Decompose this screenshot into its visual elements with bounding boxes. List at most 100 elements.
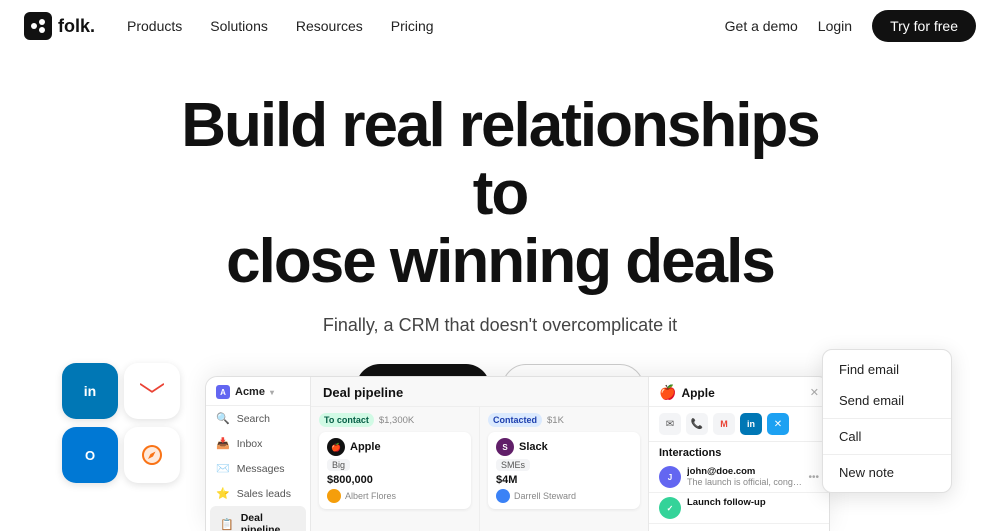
- try-free-nav-button[interactable]: Try for free: [872, 10, 976, 42]
- interaction-row: J john@doe.com The launch is official, c…: [649, 462, 829, 493]
- twitter-action-icon[interactable]: ✕: [767, 413, 789, 435]
- to-contact-badge: To contact: [319, 413, 374, 427]
- find-email-item[interactable]: Find email: [823, 354, 951, 385]
- apple-assignee: Albert Flores: [327, 489, 463, 503]
- hero-headline-line1: Build real relationships to: [181, 91, 819, 228]
- sidebar-messages-label: Messages: [237, 463, 285, 475]
- navbar: folk. Products Solutions Resources Prici…: [0, 0, 1000, 52]
- messages-icon: ✉️: [216, 462, 230, 475]
- pipeline-header: Deal pipeline: [311, 377, 648, 407]
- card-apple-name: 🍎 Apple: [327, 438, 463, 456]
- send-email-item[interactable]: Send email: [823, 385, 951, 416]
- linkedin-action-icon[interactable]: in: [740, 413, 762, 435]
- call-item[interactable]: Call: [823, 421, 951, 452]
- sales-leads-icon: ⭐: [216, 487, 230, 500]
- darrell-name: Darrell Steward: [514, 491, 576, 501]
- apple-detail-panel: 🍎 Apple ✕ ✉ 📞 M in ✕ Interactions J john…: [649, 377, 829, 531]
- nav-links: Products Solutions Resources Pricing: [127, 18, 725, 34]
- phone-action-icon[interactable]: 📞: [686, 413, 708, 435]
- nav-resources[interactable]: Resources: [296, 18, 363, 34]
- sidebar-item-deal-pipeline[interactable]: 📋 Deal pipeline: [210, 506, 306, 531]
- card-apple[interactable]: 🍎 Apple Big $800,000 Albert Flores: [319, 432, 471, 509]
- outlook-icon: O: [62, 427, 118, 483]
- contacted-badge: Contacted: [488, 413, 542, 427]
- col-header-to-contact: To contact $1,300K: [319, 413, 471, 427]
- hero-headline-line2: close winning deals: [226, 227, 774, 296]
- slack-amount: $4M: [496, 474, 632, 486]
- apple-panel-header: 🍎 Apple ✕: [649, 377, 829, 407]
- apple-action-bar: ✉ 📞 M in ✕: [649, 407, 829, 442]
- context-menu-divider-2: [823, 454, 951, 455]
- context-menu: Find email Send email Call New note: [822, 349, 952, 493]
- apple-avatar: 🍎: [327, 438, 345, 456]
- hero-subtext: Finally, a CRM that doesn't overcomplica…: [20, 315, 980, 336]
- follow-up-row[interactable]: ✓ Launch follow-up: [649, 493, 829, 524]
- chevron-down-icon: ▾: [270, 388, 274, 397]
- sidebar-item-messages[interactable]: ✉️ Messages: [206, 456, 310, 481]
- mockup-area: in O A Acme ▾ 🔍 Search: [0, 361, 1000, 531]
- apple-logo-icon: 🍎: [659, 384, 676, 401]
- nav-pricing[interactable]: Pricing: [391, 18, 434, 34]
- crm-main-content: Deal pipeline To contact $1,300K 🍎 Apple…: [311, 377, 649, 531]
- apple-name-text: Apple: [350, 441, 381, 453]
- interactions-label: Interactions: [649, 442, 829, 462]
- slack-name-text: Slack: [519, 441, 548, 453]
- login-link[interactable]: Login: [818, 18, 852, 34]
- follow-up-content: Launch follow-up: [687, 497, 819, 508]
- darrell-avatar: [496, 489, 510, 503]
- apple-tag: Big: [327, 459, 350, 471]
- card-slack-name: S Slack: [496, 438, 632, 456]
- interaction-email: john@doe.com: [687, 466, 802, 477]
- albert-avatar: [327, 489, 341, 503]
- apple-amount: $800,000: [327, 474, 463, 486]
- more-options-icon[interactable]: •••: [808, 472, 819, 483]
- pipeline-title: Deal pipeline: [323, 385, 403, 400]
- new-note-item[interactable]: New note: [823, 457, 951, 488]
- search-icon: 🔍: [216, 412, 230, 425]
- company-name: Acme: [235, 386, 265, 398]
- john-avatar: J: [659, 466, 681, 488]
- follow-up-label: Launch follow-up: [687, 497, 819, 508]
- card-slack[interactable]: S Slack SMEs $4M Darrell Steward: [488, 432, 640, 509]
- deal-pipeline-icon: 📋: [220, 518, 234, 531]
- inbox-icon: 📥: [216, 437, 230, 450]
- sidebar-search-label: Search: [237, 413, 270, 425]
- close-panel-button[interactable]: ✕: [810, 386, 819, 399]
- logo-text: folk.: [58, 16, 95, 37]
- sidebar-item-sales-leads[interactable]: ⭐ Sales leads: [206, 481, 310, 506]
- column-to-contact: To contact $1,300K 🍎 Apple Big $800,000 …: [311, 407, 480, 531]
- column-contacted: Contacted $1K S Slack SMEs $4M Darrell S…: [480, 407, 648, 531]
- sidebar-pipeline-label: Deal pipeline: [241, 512, 296, 531]
- company-icon: A: [216, 385, 230, 399]
- nav-right: Get a demo Login Try for free: [725, 10, 976, 42]
- col-header-contacted: Contacted $1K: [488, 413, 640, 427]
- sidebar-inbox-label: Inbox: [237, 438, 263, 450]
- contacted-amount: $1K: [547, 415, 564, 426]
- context-menu-divider: [823, 418, 951, 419]
- gmail-icon: [124, 363, 180, 419]
- apple-panel-title: 🍎 Apple: [659, 384, 715, 401]
- sidebar-item-search[interactable]: 🔍 Search: [206, 406, 310, 431]
- slack-avatar: S: [496, 438, 514, 456]
- company-selector[interactable]: A Acme ▾: [206, 377, 310, 406]
- crm-sidebar: A Acme ▾ 🔍 Search 📥 Inbox ✉️ Messages ⭐ …: [206, 377, 311, 531]
- sidebar-sales-label: Sales leads: [237, 488, 291, 500]
- linkedin-icon: in: [62, 363, 118, 419]
- follow-up-avatar: ✓: [659, 497, 681, 519]
- nav-solutions[interactable]: Solutions: [210, 18, 268, 34]
- interaction-content: john@doe.com The launch is official, con…: [687, 466, 802, 487]
- nav-products[interactable]: Products: [127, 18, 182, 34]
- crm-panel: A Acme ▾ 🔍 Search 📥 Inbox ✉️ Messages ⭐ …: [205, 376, 830, 531]
- interaction-text: The launch is official, congrats f...: [687, 477, 802, 487]
- logo[interactable]: folk.: [24, 12, 95, 40]
- albert-name: Albert Flores: [345, 491, 396, 501]
- slack-tag: SMEs: [496, 459, 530, 471]
- pipeline-columns: To contact $1,300K 🍎 Apple Big $800,000 …: [311, 407, 648, 531]
- sidebar-item-inbox[interactable]: 📥 Inbox: [206, 431, 310, 456]
- slack-assignee: Darrell Steward: [496, 489, 632, 503]
- email-action-icon[interactable]: ✉: [659, 413, 681, 435]
- get-demo-link[interactable]: Get a demo: [725, 18, 798, 34]
- apple-panel-name: Apple: [681, 386, 714, 400]
- gmail-action-icon[interactable]: M: [713, 413, 735, 435]
- to-contact-amount: $1,300K: [379, 415, 414, 426]
